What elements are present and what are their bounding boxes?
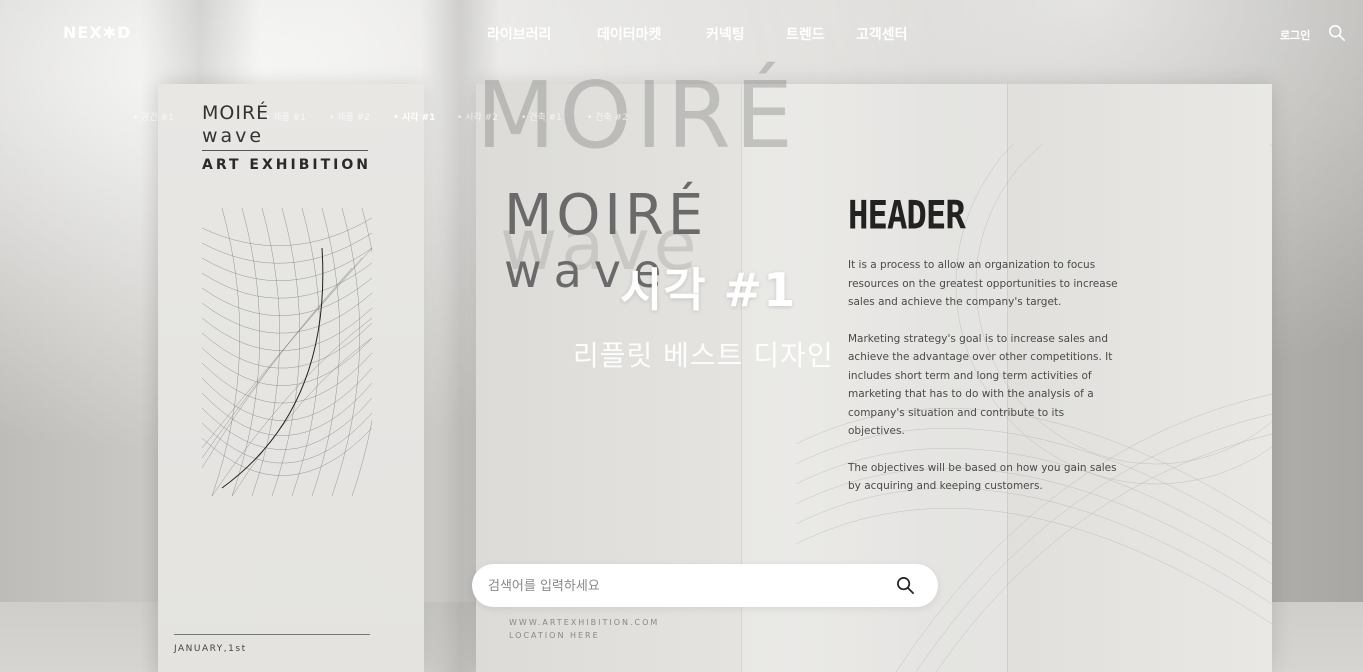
search-icon[interactable] bbox=[896, 576, 915, 595]
nav-item-trend[interactable]: 트렌드 bbox=[786, 24, 825, 44]
top-nav: NEX✱D 라이브러리 데이터마켓 커넥팅 트렌드 고객센터 로그인 bbox=[0, 0, 1363, 68]
hero-subtitle: 리플릿 베스트 디자인 bbox=[573, 339, 834, 372]
category-tabs: • 공간 #1 • 제품 #1 • 제품 #2 • 시각 #1 • 시각 #2 … bbox=[0, 110, 1363, 124]
search-bar bbox=[472, 564, 938, 607]
nav-item-library[interactable]: 라이브러리 bbox=[487, 24, 551, 44]
poster-left: MOIRÉ wave ART EXHIBITION JANUARY,1st bbox=[158, 84, 424, 672]
poster-location: LOCATION HERE bbox=[509, 631, 600, 640]
tab-architecture-2[interactable]: • 건축 #2 bbox=[587, 110, 628, 123]
poster-left-title-wave: wave bbox=[202, 125, 265, 147]
poster-website: WWW.ARTEXHIBITION.COM bbox=[509, 618, 660, 627]
poster-left-date: JANUARY,1st bbox=[174, 644, 247, 654]
search-input[interactable] bbox=[486, 574, 870, 598]
tab-visual-2[interactable]: • 시각 #2 bbox=[457, 110, 498, 123]
poster-paragraph: It is a process to allow an organization… bbox=[848, 259, 1118, 308]
nav-item-customer-center[interactable]: 고객센터 bbox=[856, 24, 908, 44]
nav-item-data-market[interactable]: 데이터마켓 bbox=[597, 24, 661, 44]
search-icon[interactable] bbox=[1328, 24, 1346, 42]
poster-paragraph: Marketing strategy's goal is to increase… bbox=[848, 332, 1113, 438]
hero-banner: MOIRÉ wave ART EXHIBITION JANUARY,1st MO… bbox=[0, 0, 1363, 672]
divider bbox=[174, 634, 370, 635]
divider bbox=[202, 150, 368, 151]
poster-big-title: MOIRÉ bbox=[504, 183, 708, 248]
poster-paragraph: The objectives will be based on how you … bbox=[848, 461, 1117, 493]
moire-pattern-art bbox=[202, 208, 372, 496]
logo[interactable]: NEX✱D bbox=[63, 23, 131, 42]
tab-architecture-1[interactable]: • 건축 #1 bbox=[521, 110, 562, 123]
tab-product-1[interactable]: • 제품 #1 bbox=[265, 110, 306, 123]
poster-left-subtitle: ART EXHIBITION bbox=[202, 157, 371, 173]
nav-item-connecting[interactable]: 커넥팅 bbox=[706, 24, 745, 44]
tab-visual-1[interactable]: • 시각 #1 bbox=[393, 110, 435, 123]
hero-title: 시각 #1 bbox=[620, 263, 797, 317]
poster-url: WWW.ARTEXHIBITION.COM LOCATION HERE bbox=[509, 616, 659, 642]
tab-space-1[interactable]: • 공간 #1 bbox=[133, 110, 174, 123]
login-link[interactable]: 로그인 bbox=[1280, 27, 1310, 43]
tab-product-2[interactable]: • 제품 #2 bbox=[329, 110, 370, 123]
poster-body-text: It is a process to allow an organization… bbox=[848, 256, 1118, 514]
poster-header: HEADER bbox=[848, 193, 966, 239]
